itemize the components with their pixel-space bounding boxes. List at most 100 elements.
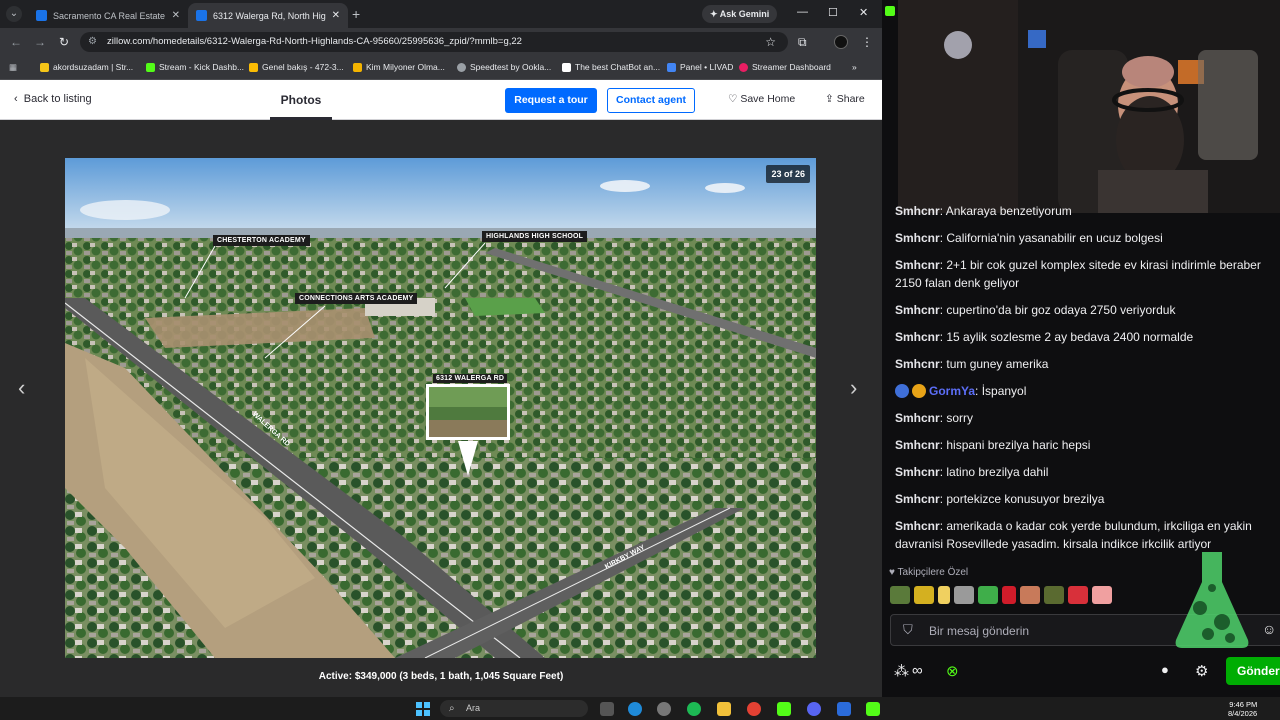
share-button[interactable]: ⇪ Share: [825, 93, 865, 105]
chat-username[interactable]: Smhcnr: [895, 465, 940, 479]
app-icon[interactable]: [657, 702, 671, 716]
chatbot-icon: [562, 62, 571, 72]
taskbar-search[interactable]: ⌕ Ara: [440, 700, 588, 717]
chat-message: Smhcnr: sorry: [895, 411, 974, 425]
chat-username[interactable]: Smhcnr: [895, 438, 940, 452]
bookmark-milyoner[interactable]: Kim Milyoner Olma...: [353, 62, 445, 72]
send-button[interactable]: Gönder: [1226, 657, 1280, 685]
chat-username[interactable]: Smhcnr: [895, 258, 940, 272]
map-label-property: 6312 WALERGA RD: [433, 374, 508, 383]
tab-search-icon[interactable]: ⌄: [6, 6, 22, 22]
task-view-icon[interactable]: [600, 702, 614, 716]
bookmark-streamer-dashboard[interactable]: Streamer Dashboard: [739, 62, 831, 72]
address-bar[interactable]: ⚙ zillow.com/homedetails/6312-Walerga-Rd…: [80, 32, 788, 52]
system-clock[interactable]: 9:46 PM 8/4/2026: [1228, 700, 1257, 718]
chat-username[interactable]: Smhcnr: [895, 492, 940, 506]
emote-icon[interactable]: [890, 586, 910, 604]
bookmark-livad[interactable]: Panel • LIVAD: [667, 62, 733, 72]
browser-toolbar: ← → ↻ ⚙ zillow.com/homedetails/6312-Wale…: [0, 28, 882, 56]
spotify-icon[interactable]: [687, 702, 701, 716]
url-text[interactable]: zillow.com/homedetails/6312-Walerga-Rd-N…: [107, 36, 522, 47]
points-icon[interactable]: ⁂: [894, 662, 909, 680]
close-tab-icon[interactable]: ✕: [172, 10, 180, 21]
emoji-picker-icon[interactable]: ☺: [1262, 621, 1276, 637]
emote-icon[interactable]: [1068, 586, 1088, 604]
emote-icon[interactable]: [954, 586, 974, 604]
speedtest-icon: [457, 62, 466, 72]
zillow-favicon-icon: [36, 10, 47, 21]
chat-text: İspanyol: [981, 384, 1027, 398]
profile-avatar[interactable]: [834, 35, 848, 49]
bookmark-genel[interactable]: Genel bakış - 472-3...: [249, 62, 344, 72]
windows-taskbar: ⌕ Ara 9:46 PM 8/4/2026: [0, 697, 1280, 720]
discord-icon[interactable]: [807, 702, 821, 716]
ask-gemini-button[interactable]: ✦ Ask Gemini: [702, 5, 778, 23]
app-icon[interactable]: [837, 702, 851, 716]
bookmark-kick[interactable]: Stream - Kick Dashb...: [146, 62, 244, 72]
emote-icon[interactable]: [938, 586, 950, 604]
contact-agent-button[interactable]: Contact agent: [607, 88, 695, 113]
windows-start-icon[interactable]: [416, 702, 430, 716]
clock-date: 8/4/2026: [1228, 709, 1258, 718]
file-explorer-icon[interactable]: [717, 702, 731, 716]
tab-photos[interactable]: Photos: [270, 93, 332, 120]
minimize-button[interactable]: —: [797, 6, 808, 18]
live-app-icon[interactable]: [866, 702, 880, 716]
apps-grid-icon[interactable]: ▦: [9, 62, 17, 73]
bookmark-chatbot[interactable]: The best ChatBot an...: [562, 62, 660, 72]
chat-text: sorry: [946, 411, 974, 425]
chat-username[interactable]: Smhcnr: [895, 411, 940, 425]
map-label-highlands: HIGHLANDS HIGH SCHOOL: [482, 231, 588, 242]
site-info-icon[interactable]: ⚙: [88, 36, 97, 47]
chat-username[interactable]: Smhcnr: [895, 357, 940, 371]
browser-menu-icon[interactable]: ⋮: [861, 35, 873, 49]
chat-username[interactable]: Smhcnr: [895, 330, 940, 344]
save-home-button[interactable]: ♡ Save Home: [728, 93, 795, 105]
chat-username[interactable]: Smhcnr: [895, 303, 940, 317]
tab-sacramento[interactable]: Sacramento CA Real Estate - Se ✕: [28, 3, 188, 28]
clock-time: 9:46 PM: [1229, 700, 1258, 709]
emote-icon[interactable]: [1092, 586, 1112, 604]
emote-icon[interactable]: [1044, 586, 1064, 604]
chat-username[interactable]: Smhcnr: [895, 231, 940, 245]
chat-text: amerikada o kadar cok yerde bulundum, ir…: [895, 519, 1252, 551]
previous-photo-icon[interactable]: ‹: [18, 375, 25, 401]
chat-message: Smhcnr: tum guney amerika: [895, 357, 1049, 371]
back-arrow-icon[interactable]: ←: [10, 35, 22, 49]
new-tab-button[interactable]: +: [352, 6, 360, 22]
emote-icon[interactable]: [914, 586, 934, 604]
maximize-button[interactable]: ☐: [828, 6, 838, 19]
forward-arrow-icon[interactable]: →: [34, 35, 46, 49]
chat-bubble-icon[interactable]: ●: [1161, 662, 1169, 677]
chat-message: Smhcnr: California'nin yasanabilir en uc…: [895, 231, 1163, 245]
close-tab-icon[interactable]: ✕: [332, 10, 340, 21]
request-tour-button[interactable]: Request a tour: [505, 88, 597, 113]
stream-panel: Smhcnr: Ankaraya benzetiyorum Smhcnr: Ca…: [882, 0, 1280, 697]
emote-icon[interactable]: [1002, 586, 1016, 604]
chat-username[interactable]: Smhcnr: [895, 519, 940, 533]
tab-walerga[interactable]: 6312 Walerga Rd, North Highlan ✕: [188, 3, 348, 28]
back-to-listing-link[interactable]: ‹ Back to listing: [14, 93, 92, 105]
live-app-icon[interactable]: [777, 702, 791, 716]
close-window-button[interactable]: ✕: [859, 6, 868, 19]
gear-icon[interactable]: ⚙: [1195, 662, 1208, 680]
bookmark-favicon-icon: [40, 62, 49, 72]
chat-username[interactable]: GormYa: [929, 384, 975, 398]
chrome-icon[interactable]: [747, 702, 761, 716]
emote-icon[interactable]: [1020, 586, 1040, 604]
next-photo-icon[interactable]: ›: [850, 375, 857, 401]
bookmark-favicon-icon: [739, 62, 748, 72]
chat-message: Smhcnr: cupertino'da bir goz odaya 2750 …: [895, 303, 1176, 317]
bookmark-speedtest[interactable]: Speedtest by Ookla...: [457, 62, 551, 72]
emote-icon[interactable]: [978, 586, 998, 604]
chat-username[interactable]: Smhcnr: [895, 204, 940, 218]
more-bookmarks-icon[interactable]: »: [852, 62, 857, 72]
bookmark-akordsuzadam[interactable]: akordsuzadam | Str...: [40, 62, 133, 72]
kick-k-icon[interactable]: ⊗: [946, 662, 959, 680]
extensions-icon[interactable]: ⧉: [798, 35, 807, 50]
reload-icon[interactable]: ↻: [59, 35, 69, 49]
bookmark-star-icon[interactable]: ☆: [765, 35, 776, 49]
chat-text: hispani brezilya haric hepsi: [946, 438, 1091, 452]
bookmark-label: Kim Milyoner Olma...: [366, 62, 445, 72]
edge-icon[interactable]: [628, 702, 642, 716]
